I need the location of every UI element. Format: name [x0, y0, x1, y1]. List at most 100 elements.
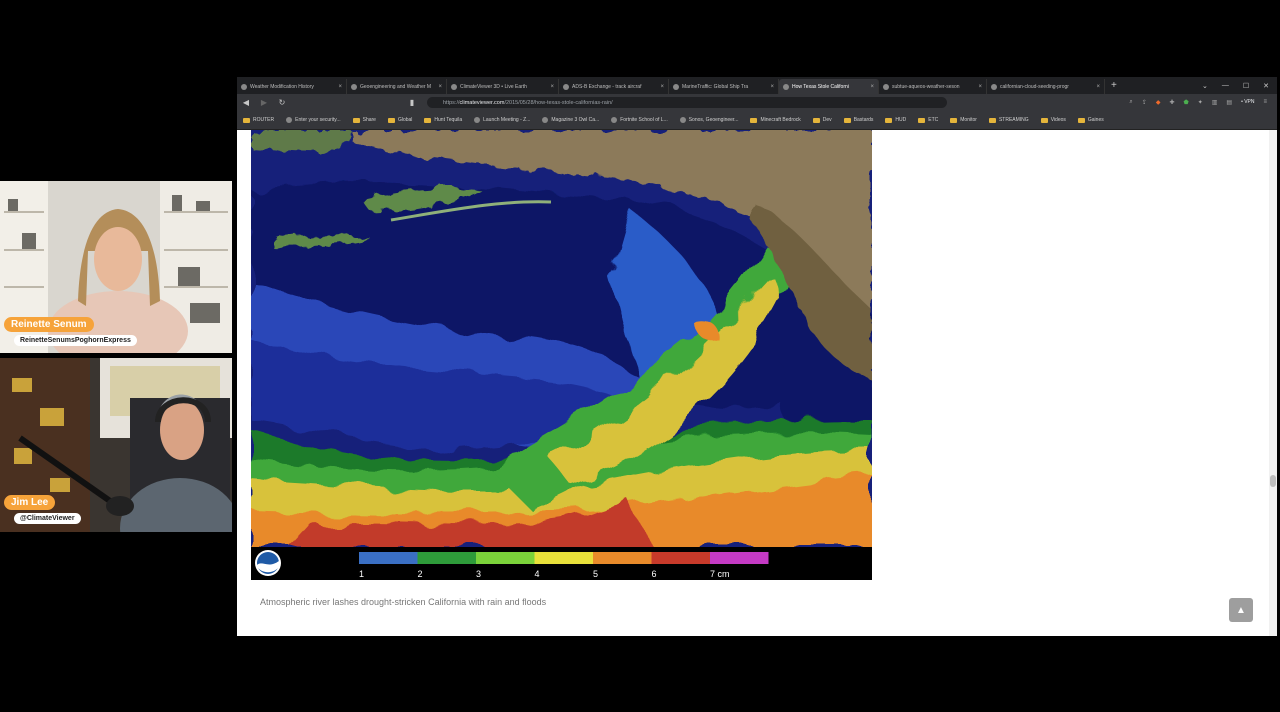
bookmark-label: Monitor: [960, 117, 977, 123]
close-tab-icon[interactable]: ×: [1096, 84, 1100, 90]
bookmark-item[interactable]: Fortnite School of L...: [605, 117, 674, 123]
site-icon: [474, 117, 481, 123]
site-icon: [611, 117, 618, 123]
folder-icon: [1077, 117, 1085, 123]
tab-label: Weather Modification History: [250, 83, 314, 90]
tab-label: How Texas Stole Californi: [792, 83, 849, 90]
extension-icons: ⌕ ⇪ ◆ ✚ ⬟ ✦ ▥ ▤ • VPN ≡: [1129, 99, 1277, 106]
share-icon[interactable]: ⇪: [1142, 99, 1147, 106]
legend-tick-labels: 1 2 3 4 5 6 7 cm: [359, 569, 730, 579]
back-icon[interactable]: ◀: [237, 98, 255, 107]
bookmark-label: Fortnite School of L...: [620, 117, 668, 123]
folder-icon: [843, 117, 851, 123]
legend-tick-label: 4: [535, 569, 540, 579]
favicon-icon: [451, 83, 457, 90]
browser-tab[interactable]: Weather Modification History ×: [237, 79, 347, 94]
browser-tab[interactable]: ClimateViewer 3D • Live Earth ×: [447, 79, 559, 94]
folder-icon: [812, 117, 820, 123]
forward-icon[interactable]: ▶: [255, 98, 273, 107]
close-tab-icon[interactable]: ×: [338, 84, 342, 90]
bookmark-item[interactable]: Magazine 3 Owl Ca...: [536, 117, 605, 123]
browser-tab[interactable]: Geoengineering and Weather M ×: [347, 79, 447, 94]
bookmark-label: Magazine 3 Owl Ca...: [551, 117, 600, 123]
favicon-icon: [351, 83, 357, 90]
participant-name-tag: Jim Lee: [4, 495, 56, 510]
tabs: Weather Modification History × Geoengineer…: [237, 77, 1105, 94]
legend-swatches: [359, 552, 769, 564]
bookmark-item[interactable]: STREAMING: [983, 117, 1035, 123]
bookmark-label: Share: [362, 117, 376, 123]
tab-bar: Weather Modification History × Geoengineer…: [237, 77, 1277, 94]
tab-label: Geoengineering and Weather M: [360, 83, 432, 90]
minimize-icon[interactable]: —: [1222, 82, 1229, 90]
new-tab-button[interactable]: +: [1105, 80, 1123, 91]
close-tab-icon[interactable]: ×: [550, 84, 554, 90]
bookmark-item[interactable]: Videos: [1035, 117, 1072, 123]
folder-icon: [918, 117, 926, 123]
browser-tab[interactable]: subtue-aqueos-weather-seson ×: [879, 79, 987, 94]
vpn-button[interactable]: • VPN: [1241, 99, 1254, 106]
sidebar-icon[interactable]: ▥: [1212, 99, 1218, 106]
browser-tab[interactable]: californian-cloud-seeding-progr ×: [987, 79, 1105, 94]
browser-tab[interactable]: MarineTraffic: Global Ship Tra ×: [669, 79, 779, 94]
close-tab-icon[interactable]: ×: [870, 84, 874, 90]
bookmark-item[interactable]: Bastards: [838, 117, 880, 123]
legend-tick-label: 1: [359, 569, 364, 579]
bookmark-label: ROUTER: [253, 117, 275, 123]
bookmark-item[interactable]: Minecraft Bedrock: [744, 117, 806, 123]
bookmark-item[interactable]: HUD: [879, 117, 912, 123]
maximize-icon[interactable]: ☐: [1243, 82, 1249, 90]
legend-swatch: [476, 552, 535, 564]
favicon-icon: [673, 83, 679, 90]
figure-caption: Atmospheric river lashes drought-stricke…: [260, 597, 547, 607]
bookmark-label: Global: [397, 117, 413, 123]
scrollbar-thumb[interactable]: [1270, 475, 1276, 487]
url-field[interactable]: https://climateviewer.com/2015/05/28/how…: [427, 97, 947, 108]
scroll-to-top-button[interactable]: ▲: [1229, 598, 1253, 622]
bookmark-item[interactable]: Monitor: [944, 117, 983, 123]
menu-icon[interactable]: ≡: [1263, 99, 1267, 106]
bookmark-item[interactable]: Dev: [807, 117, 838, 123]
legend-tick-label: 3: [476, 569, 481, 579]
close-tab-icon[interactable]: ×: [978, 84, 982, 90]
bookmark-label: Videos: [1050, 117, 1066, 123]
browser-window: Weather Modification History × Geoengineer…: [237, 77, 1277, 636]
bookmark-label: HUD: [895, 117, 907, 123]
participant-handle: @ClimateViewer: [14, 513, 81, 524]
legend-swatch: [593, 552, 652, 564]
browser-tab[interactable]: How Texas Stole Californi ×: [779, 79, 879, 94]
bookmark-item[interactable]: ETC: [912, 117, 944, 123]
puzzle-icon[interactable]: ✦: [1198, 99, 1203, 106]
shield-icon[interactable]: ⬟: [1183, 99, 1188, 106]
bookmark-item[interactable]: Global: [382, 117, 418, 123]
bookmark-icon[interactable]: ▮: [403, 98, 421, 107]
close-tab-icon[interactable]: ×: [770, 84, 774, 90]
close-tab-icon[interactable]: ×: [438, 84, 442, 90]
close-icon[interactable]: ✕: [1263, 82, 1269, 90]
bookmark-item[interactable]: Enter your security...: [280, 117, 346, 123]
bookmark-item[interactable]: Gaines: [1072, 117, 1110, 123]
folder-icon: [1040, 117, 1048, 123]
page-scrollbar[interactable]: [1269, 130, 1277, 636]
browser-tab[interactable]: ADS-B Exchange - track aircraf ×: [559, 79, 669, 94]
brave-shield-icon[interactable]: ◆: [1156, 99, 1161, 106]
tab-label: ClimateViewer 3D • Live Earth: [460, 83, 527, 90]
zoom-icon[interactable]: ⌕: [1129, 99, 1132, 106]
bookmark-item[interactable]: ROUTER: [237, 117, 280, 123]
bookmark-item[interactable]: Share: [347, 117, 382, 123]
site-icon: [286, 117, 293, 123]
extension-icon[interactable]: ✚: [1169, 99, 1174, 106]
url-prefix: https://: [443, 99, 460, 106]
wallet-icon[interactable]: ▤: [1226, 99, 1232, 106]
folder-icon: [750, 117, 758, 123]
chevron-up-icon: ▲: [1236, 604, 1246, 616]
close-tab-icon[interactable]: ×: [660, 84, 664, 90]
site-icon: [679, 117, 686, 123]
legend-swatch: [534, 552, 593, 564]
legend-tick-label: 2: [418, 569, 423, 579]
bookmark-item[interactable]: Hunt Tequila: [418, 117, 468, 123]
bookmark-item[interactable]: Sonos, Geoengineer...: [674, 117, 745, 123]
bookmark-item[interactable]: Launch Meeting - Z...: [468, 117, 536, 123]
chevron-down-icon[interactable]: ⌄: [1202, 82, 1208, 90]
reload-icon[interactable]: ↻: [273, 98, 291, 107]
